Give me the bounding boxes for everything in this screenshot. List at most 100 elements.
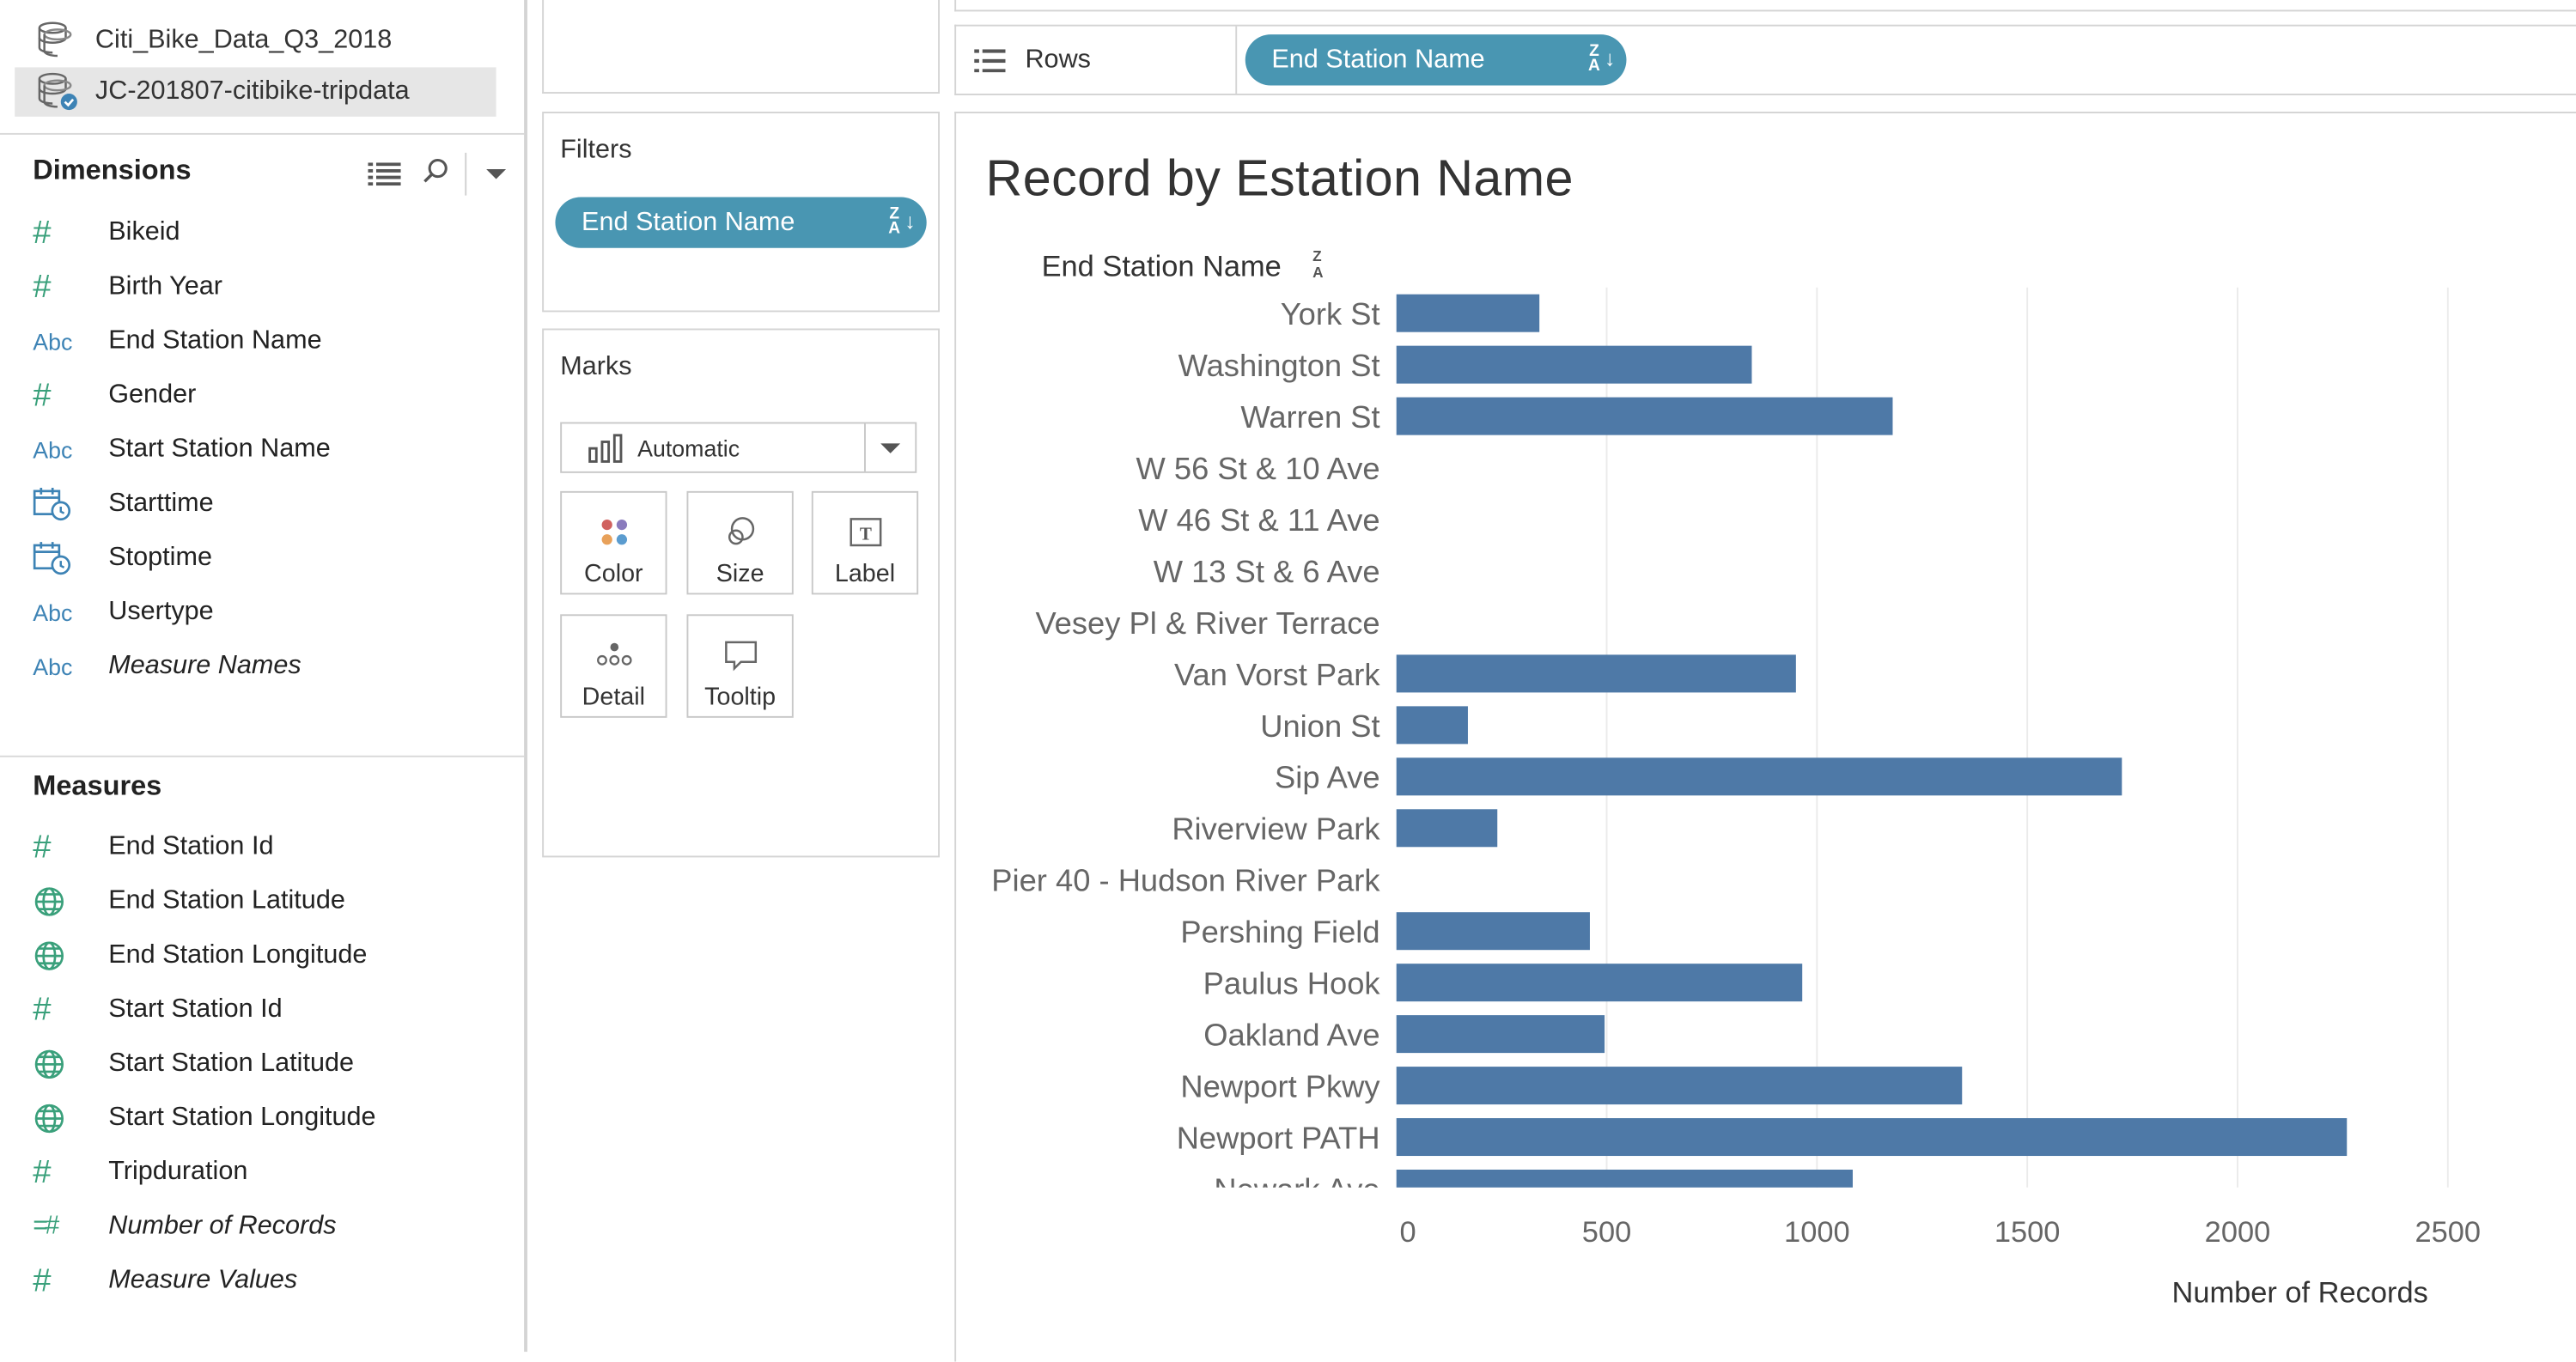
field-gender[interactable]: # Gender <box>33 373 196 419</box>
marks-size-button[interactable]: Size <box>686 490 794 595</box>
bar-paulus-hook[interactable] <box>1396 964 1803 1002</box>
data-source-jc-201807-citibike-tripdata[interactable]: JC-201807-citibike-tripdata <box>15 67 496 117</box>
globe-icon <box>33 1102 88 1134</box>
field-bikeid[interactable]: # Bikeid <box>33 210 180 257</box>
field-label: End Station Id <box>108 832 274 861</box>
field-start-station-longitude[interactable]: Start Station Longitude <box>33 1096 376 1142</box>
category-label: Pershing Field <box>1180 915 1379 950</box>
field-measure-names[interactable]: Abc Measure Names <box>33 644 301 690</box>
field-starttime[interactable]: Starttime <box>33 481 214 527</box>
category-label: Vesey Pl & River Terrace <box>1035 605 1379 641</box>
label-icon: T <box>849 514 881 550</box>
rows-shelf-header: Rows <box>956 26 1238 94</box>
filter-pill-end-station-name[interactable]: End Station Name Z A ↓ <box>555 197 927 248</box>
string-icon: Abc <box>33 328 73 356</box>
mark-type-value: Automatic <box>637 434 740 461</box>
field-label: Usertype <box>108 598 214 626</box>
data-pane: Citi_Bike_Data_Q3_2018 JC-201807-citibike… <box>0 0 527 1353</box>
field-tripduration[interactable]: # Tripduration <box>33 1150 247 1196</box>
category-label: W 56 St & 10 Ave <box>1136 451 1380 486</box>
marks-label-button[interactable]: T Label <box>811 490 919 595</box>
field-end-station-name[interactable]: Abc End Station Name <box>33 319 321 365</box>
bar-oakland-ave[interactable] <box>1396 1015 1605 1054</box>
x-tick-label: 1000 <box>1784 1216 1850 1249</box>
globe-icon <box>33 885 88 918</box>
sort-descending-icon: Z A ↓ <box>1588 42 1616 76</box>
field-label: Birth Year <box>108 272 222 301</box>
field-label: Measure Names <box>108 652 301 680</box>
number-icon: # <box>33 1153 52 1190</box>
field-start-station-id[interactable]: # Start Station Id <box>33 987 282 1033</box>
field-label: Measure Values <box>108 1266 298 1295</box>
rows-shelf[interactable]: Rows End Station Name Z A ↓ <box>954 24 2576 95</box>
marks-tooltip-button[interactable]: Tooltip <box>686 614 794 718</box>
measures-title: Measures <box>33 770 162 802</box>
bar-washington-st[interactable] <box>1396 345 1752 384</box>
field-end-station-id[interactable]: # End Station Id <box>33 824 273 871</box>
field-number-of-records[interactable]: =# Number of Records <box>33 1204 336 1250</box>
field-end-station-latitude[interactable]: End Station Latitude <box>33 879 345 925</box>
bar-warren-st[interactable] <box>1396 397 1893 435</box>
chevron-down-icon[interactable] <box>864 423 915 471</box>
search-icon[interactable] <box>423 157 449 192</box>
x-tick-label: 2000 <box>2205 1216 2271 1249</box>
marks-card: Marks Automatic Color Size T Label Detail Too… <box>542 328 941 858</box>
field-end-station-longitude[interactable]: End Station Longitude <box>33 933 367 979</box>
bar-van-vorst-park[interactable] <box>1396 654 1796 693</box>
filters-title: Filters <box>560 136 632 165</box>
field-label: Starttime <box>108 489 214 518</box>
bar-york-st[interactable] <box>1396 294 1540 332</box>
row-header-label: End Station Name <box>1042 250 1282 283</box>
marks-button-label: Detail <box>582 683 646 712</box>
datetime-icon <box>33 540 88 576</box>
field-label: End Station Latitude <box>108 886 345 915</box>
bar-union-st[interactable] <box>1396 706 1468 745</box>
string-icon: Abc <box>33 654 73 680</box>
calculated-number-icon: =# <box>33 1212 59 1241</box>
field-label: End Station Name <box>108 326 322 356</box>
field-measure-values[interactable]: # Measure Values <box>33 1258 297 1304</box>
view-canvas: Record by Estation Name End Station Name… <box>954 112 2576 1362</box>
number-icon: # <box>33 214 52 251</box>
bar-newark-ave[interactable] <box>1396 1170 1853 1207</box>
list-view-icon[interactable] <box>368 162 401 186</box>
category-label: Newport Pkwy <box>1180 1068 1380 1104</box>
columns-shelf[interactable] <box>954 0 2576 12</box>
field-stoptime[interactable]: Stoptime <box>33 536 212 582</box>
category-label: Riverview Park <box>1172 812 1380 847</box>
x-tick-label: 0 <box>1400 1216 1416 1249</box>
dimensions-tools <box>368 152 507 196</box>
field-start-station-name[interactable]: Abc Start Station Name <box>33 427 331 473</box>
category-label: Van Vorst Park <box>1174 657 1380 692</box>
chevron-down-icon[interactable] <box>486 160 507 189</box>
bar-riverview-park[interactable] <box>1396 809 1498 848</box>
bar-sip-ave[interactable] <box>1396 757 2122 796</box>
field-label: Start Station Latitude <box>108 1049 355 1078</box>
number-icon: # <box>33 828 52 865</box>
section-divider <box>0 132 525 135</box>
rows-pill-end-station-name[interactable]: End Station Name Z A ↓ <box>1245 34 1627 86</box>
category-label: Paulus Hook <box>1203 966 1381 1001</box>
bar-pershing-field[interactable] <box>1396 912 1590 951</box>
category-label: Warren St <box>1240 399 1379 435</box>
category-label: Oakland Ave <box>1203 1018 1379 1053</box>
field-label: Tripduration <box>108 1158 248 1186</box>
field-usertype[interactable]: Abc Usertype <box>33 590 213 636</box>
bar-chart: End Station Name ZA York St Washington St Wa… <box>991 247 2481 1310</box>
field-label: Start Station Id <box>108 995 283 1024</box>
marks-button-label: Label <box>834 560 896 588</box>
marks-detail-button[interactable]: Detail <box>560 614 667 718</box>
x-axis-title: Number of Records <box>2171 1277 2427 1310</box>
bar-newport-pkwy[interactable] <box>1396 1067 1963 1105</box>
field-label: Number of Records <box>108 1212 337 1241</box>
sort-descending-icon: Z <box>1312 247 1322 264</box>
bar-newport-path[interactable] <box>1396 1118 2348 1157</box>
category-label: Newark Ave <box>1214 1171 1379 1207</box>
mark-type-dropdown[interactable]: Automatic <box>560 422 917 473</box>
string-icon: Abc <box>33 599 73 626</box>
field-birth-year[interactable]: # Birth Year <box>33 264 222 311</box>
marks-color-button[interactable]: Color <box>560 490 667 595</box>
marks-button-label: Tooltip <box>704 683 776 712</box>
data-source-citi-bike-data-q3-2018[interactable]: Citi_Bike_Data_Q3_2018 <box>15 16 496 65</box>
field-start-station-latitude[interactable]: Start Station Latitude <box>33 1042 354 1088</box>
